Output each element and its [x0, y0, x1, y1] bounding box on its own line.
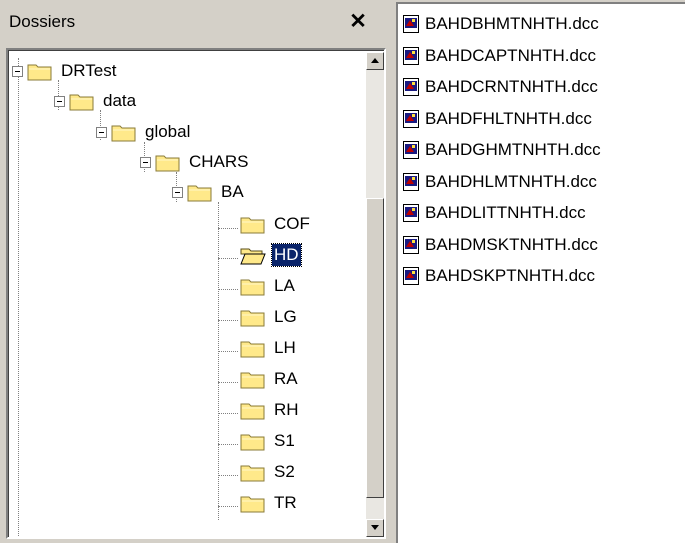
- collapse-toggle[interactable]: [96, 126, 107, 138]
- tree-item[interactable]: CHARS: [140, 149, 251, 175]
- collapse-toggle[interactable]: [54, 95, 65, 107]
- panel-header: Dossiers ✕: [0, 0, 390, 44]
- file-name: BAHDBHMTNHTH.dcc: [425, 14, 599, 33]
- folder-icon: [240, 368, 266, 390]
- folder-icon: [240, 430, 266, 452]
- folder-icon: [187, 181, 213, 203]
- file-item[interactable]: BAHDSKPTNHTH.dcc: [403, 264, 595, 288]
- tree-item-label: global: [145, 122, 191, 141]
- file-item[interactable]: BAHDLITTNHTH.dcc: [403, 201, 586, 225]
- file-name: BAHDCRNTNHTH.dcc: [425, 77, 598, 96]
- tree-connector: [218, 202, 219, 520]
- tree-item-label: LH: [274, 338, 296, 357]
- tree-item[interactable]: DRTest: [12, 58, 118, 84]
- file-item[interactable]: BAHDBHMTNHTH.dcc: [403, 12, 599, 36]
- file-name: BAHDMSKTNHTH.dcc: [425, 234, 598, 254]
- tree-item[interactable]: LH: [240, 335, 298, 361]
- panel-title: Dossiers: [9, 12, 76, 31]
- collapse-toggle[interactable]: [140, 156, 151, 168]
- collapse-toggle[interactable]: [12, 65, 23, 77]
- file-item[interactable]: BAHDHLMTNHTH.dcc: [403, 170, 597, 194]
- folder-open-icon: [240, 244, 266, 266]
- tree-connector: [18, 58, 19, 537]
- file-name: BAHDCAPTNHTH.dcc: [425, 45, 596, 65]
- collapse-toggle[interactable]: [172, 186, 183, 198]
- tree-item[interactable]: RA: [240, 366, 300, 392]
- tree-item-label: CHARS: [189, 152, 249, 171]
- folder-icon: [240, 275, 266, 297]
- file-icon: [403, 172, 419, 191]
- folder-icon: [111, 121, 137, 143]
- file-name: BAHDSKPTNHTH.dcc: [425, 266, 596, 285]
- tree-item[interactable]: HD: [240, 242, 302, 268]
- tree-item-label: BA: [221, 182, 244, 201]
- tree-item-label: RA: [274, 369, 298, 388]
- file-item[interactable]: BAHDGHMTNHTH.dcc: [403, 138, 601, 162]
- tree-item-label: LG: [274, 307, 297, 326]
- tree-item[interactable]: LA: [240, 273, 297, 299]
- file-item[interactable]: BAHDFHLTNHTH.dcc: [403, 107, 592, 131]
- file-item[interactable]: BAHDCAPTNHTH.dcc: [403, 44, 596, 68]
- tree-item[interactable]: TR: [240, 490, 299, 516]
- folder-tree[interactable]: DRTest data global CHARS BA COF HD LA LG LH RA RH S1…: [6, 48, 386, 539]
- file-icon: [403, 78, 419, 96]
- scroll-down-button[interactable]: [366, 519, 384, 537]
- arrow-down-icon: [371, 525, 379, 530]
- tree-item[interactable]: global: [96, 119, 192, 145]
- file-item[interactable]: BAHDCRNTNHTH.dcc: [403, 75, 598, 99]
- tree-item-label: LA: [274, 276, 295, 295]
- file-icon: [403, 141, 419, 159]
- tree-item-label: TR: [274, 493, 297, 512]
- close-panel-button[interactable]: ✕: [346, 11, 370, 33]
- folder-icon: [27, 60, 53, 82]
- folder-icon: [240, 399, 266, 421]
- tree-item-label: S2: [274, 462, 295, 481]
- scroll-thumb[interactable]: [366, 198, 384, 498]
- tree-item-label: HD: [271, 243, 302, 267]
- tree-item-label: DRTest: [61, 61, 117, 80]
- tree-item[interactable]: RH: [240, 397, 301, 423]
- arrow-up-icon: [371, 58, 379, 63]
- file-icon: [403, 109, 419, 128]
- file-icon: [403, 46, 419, 65]
- tree-item[interactable]: data: [54, 88, 138, 114]
- file-item[interactable]: BAHDMSKTNHTH.dcc: [403, 233, 598, 257]
- file-name: BAHDHLMTNHTH.dcc: [425, 171, 597, 191]
- file-list[interactable]: BAHDBHMTNHTH.dcc BAHDCAPTNHTH.dcc BAHDCRNT…: [396, 2, 685, 543]
- tree-item[interactable]: S2: [240, 459, 297, 485]
- tree-item[interactable]: S1: [240, 428, 297, 454]
- file-name: BAHDLITTNHTH.dcc: [425, 203, 586, 222]
- file-icon: [403, 235, 419, 254]
- folder-icon: [240, 492, 266, 514]
- tree-item[interactable]: COF: [240, 211, 312, 237]
- scroll-up-button[interactable]: [366, 52, 384, 70]
- tree-item-label: RH: [274, 400, 299, 419]
- tree-item-label: S1: [274, 431, 295, 450]
- file-name: BAHDGHMTNHTH.dcc: [425, 140, 601, 159]
- file-icon: [403, 15, 419, 33]
- tree-scrollbar[interactable]: [366, 52, 384, 537]
- folder-icon: [240, 213, 266, 235]
- folder-icon: [155, 151, 181, 173]
- folders-panel: Dossiers ✕ DRTest data global CHARS BA COF HD L…: [0, 0, 390, 543]
- folder-icon: [240, 461, 266, 483]
- file-icon: [403, 204, 419, 222]
- file-icon: [403, 267, 419, 285]
- tree-item[interactable]: BA: [172, 179, 246, 205]
- folder-icon: [240, 337, 266, 359]
- folder-icon: [69, 90, 95, 112]
- tree-item-label: COF: [274, 214, 310, 233]
- tree-item-label: data: [103, 91, 137, 110]
- folder-icon: [240, 306, 266, 328]
- tree-item[interactable]: LG: [240, 304, 299, 330]
- file-name: BAHDFHLTNHTH.dcc: [425, 108, 592, 128]
